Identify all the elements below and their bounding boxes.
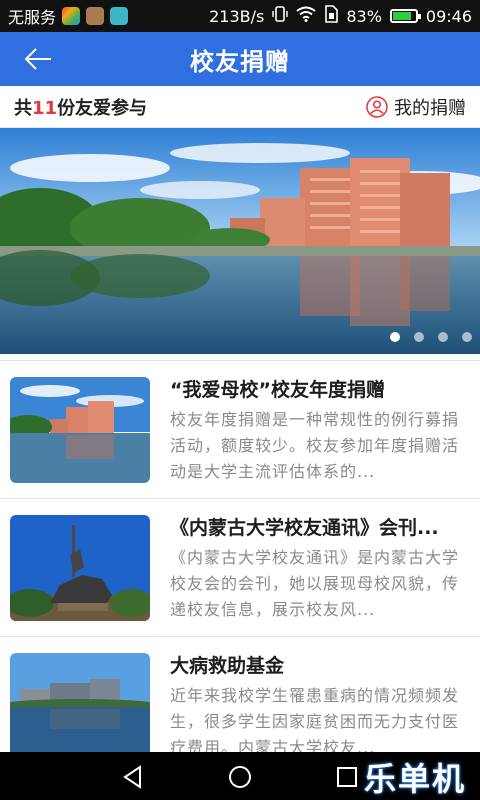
- network-speed: 213B/s: [209, 6, 265, 26]
- user-icon: [366, 95, 388, 118]
- clock: 09:46: [425, 6, 472, 26]
- my-donation-button[interactable]: 我的捐赠: [366, 94, 466, 120]
- battery-percent: 83%: [346, 6, 382, 26]
- nav-recents-button[interactable]: [334, 764, 360, 790]
- project-thumbnail: [10, 653, 150, 759]
- status-bar: 无服务 213B/s 83% 09:46: [0, 0, 480, 32]
- project-thumbnail: [10, 377, 150, 483]
- campus-lake-photo: [0, 128, 480, 354]
- watermark-logo: 乐单机: [363, 760, 466, 798]
- project-description: 近年来我校学生罹患重病的情况频频发生，很多学生因家庭贫困而无力支付医疗费用。内蒙…: [170, 686, 460, 757]
- list-item[interactable]: “我爱母校”校友年度捐赠 校友年度捐赠是一种常规性的例行募捐活动，额度较少。校友…: [0, 360, 480, 498]
- donation-project-list: “我爱母校”校友年度捐赠 校友年度捐赠是一种常规性的例行募捐活动，额度较少。校友…: [0, 360, 480, 774]
- circle-home-icon: [229, 766, 251, 788]
- triangle-back-icon: [123, 765, 141, 789]
- carrier-text: 无服务: [8, 8, 57, 27]
- project-description: 校友年度捐赠是一种常规性的例行募捐活动，额度较少。校友参加年度捐赠活动是大学主流…: [170, 410, 460, 481]
- participation-bar: 共11份友爱参与 我的捐赠: [0, 86, 480, 128]
- project-description: 《内蒙古大学校友通讯》是内蒙古大学校友会的会刊，她以展现母校风貌，传递校友信息，…: [170, 548, 460, 619]
- app-notification-icon: [62, 7, 81, 25]
- project-title: 《内蒙古大学校友通讯》会刊...: [170, 517, 439, 539]
- app-notification-icon: [86, 7, 105, 25]
- app-notification-icon: [110, 7, 129, 25]
- sim-icon: [324, 5, 339, 27]
- wifi-icon: [296, 6, 316, 26]
- project-title: “我爱母校”校友年度捐赠: [170, 379, 385, 401]
- count-suffix: 份友爱参与: [57, 97, 148, 119]
- page-title: 校友捐赠: [190, 47, 290, 76]
- banner-carousel[interactable]: [0, 128, 480, 354]
- list-item[interactable]: 《内蒙古大学校友通讯》会刊... 《内蒙古大学校友通讯》是内蒙古大学校友会的会刊…: [0, 498, 480, 636]
- vibrate-icon: [272, 6, 289, 26]
- app-header: 校友捐赠: [0, 32, 480, 86]
- carousel-indicators: [390, 332, 472, 342]
- my-donation-label: 我的捐赠: [394, 97, 466, 119]
- participant-count: 11: [32, 97, 58, 119]
- carousel-dot[interactable]: [390, 332, 400, 342]
- nav-home-button[interactable]: [227, 764, 253, 790]
- battery-icon: [389, 9, 421, 23]
- carousel-dot[interactable]: [438, 332, 448, 342]
- arrow-left-icon: [24, 48, 51, 70]
- project-thumbnail: [10, 515, 150, 621]
- nav-back-button[interactable]: [120, 764, 146, 790]
- carousel-dot[interactable]: [462, 332, 472, 342]
- square-recents-icon: [337, 767, 357, 787]
- project-title: 大病救助基金: [170, 655, 285, 677]
- back-button[interactable]: [18, 42, 58, 76]
- carousel-dot[interactable]: [414, 332, 424, 342]
- participation-count-text: 共11份友爱参与: [14, 94, 147, 120]
- battery-level: [392, 12, 412, 20]
- count-prefix: 共: [14, 97, 32, 119]
